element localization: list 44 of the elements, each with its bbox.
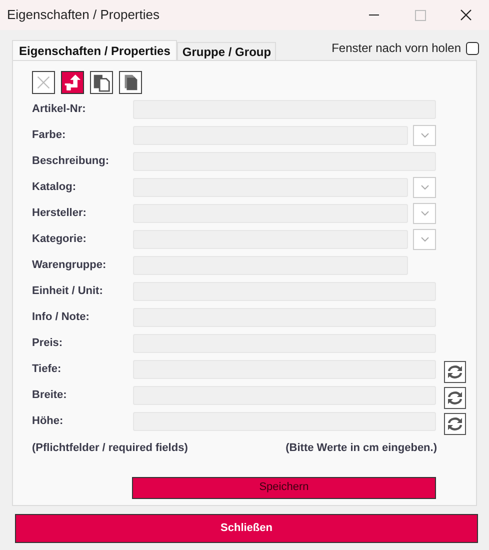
field-label: Kategorie: <box>32 232 88 248</box>
save-button[interactable]: Speichern <box>132 476 436 498</box>
field-label: Katalog: <box>32 180 77 196</box>
field-label: Preis: <box>32 336 64 352</box>
field-label: Warengruppe: <box>32 258 108 274</box>
refresh-button[interactable] <box>444 386 466 408</box>
maximize-icon <box>415 10 426 20</box>
field-label: Tiefe: <box>32 362 62 378</box>
field-label: Info / Note: <box>32 310 90 326</box>
chevron-down-icon <box>420 185 428 190</box>
swap-icon <box>62 72 83 93</box>
dropdown-button[interactable] <box>413 229 436 250</box>
required-note: (Pflichtfelder / required fields) <box>32 441 188 456</box>
copy-button[interactable] <box>90 71 113 94</box>
document-button[interactable] <box>119 71 142 94</box>
tab[interactable]: Eigenschaften / Properties <box>12 40 178 61</box>
close-icon[interactable] <box>460 9 472 21</box>
chevron-down-icon <box>420 133 428 138</box>
swap-button[interactable] <box>61 71 84 94</box>
field-label: Artikel-Nr: <box>32 102 87 118</box>
field-label: Höhe: <box>32 414 64 430</box>
units-note: (Bitte Werte in cm eingeben.) <box>286 441 437 456</box>
close-button[interactable]: Schließen <box>15 514 478 543</box>
field-label: Beschreibung: <box>32 154 110 170</box>
delete-button[interactable] <box>32 71 55 94</box>
field-label: Einheit / Unit: <box>32 284 104 300</box>
dropdown-button[interactable] <box>413 125 436 146</box>
field-label: Hersteller: <box>32 206 88 222</box>
checkbox-label: Fenster nach vorn holen <box>332 40 461 57</box>
field-label: Farbe: <box>32 128 67 144</box>
refresh-icon <box>447 416 463 430</box>
refresh-icon <box>447 364 463 378</box>
field-label: Breite: <box>32 388 68 404</box>
refresh-button[interactable] <box>444 412 466 434</box>
checkbox[interactable] <box>466 42 479 54</box>
dropdown-button[interactable] <box>413 203 436 224</box>
refresh-button[interactable] <box>444 360 466 382</box>
copy-icon <box>91 72 112 93</box>
dropdown-button[interactable] <box>413 177 436 198</box>
window-title: Eigenschaften / Properties <box>7 6 160 24</box>
chevron-down-icon <box>420 211 428 216</box>
refresh-icon <box>447 390 463 404</box>
tab[interactable]: Gruppe / Group <box>177 42 276 60</box>
chevron-down-icon <box>420 237 428 242</box>
